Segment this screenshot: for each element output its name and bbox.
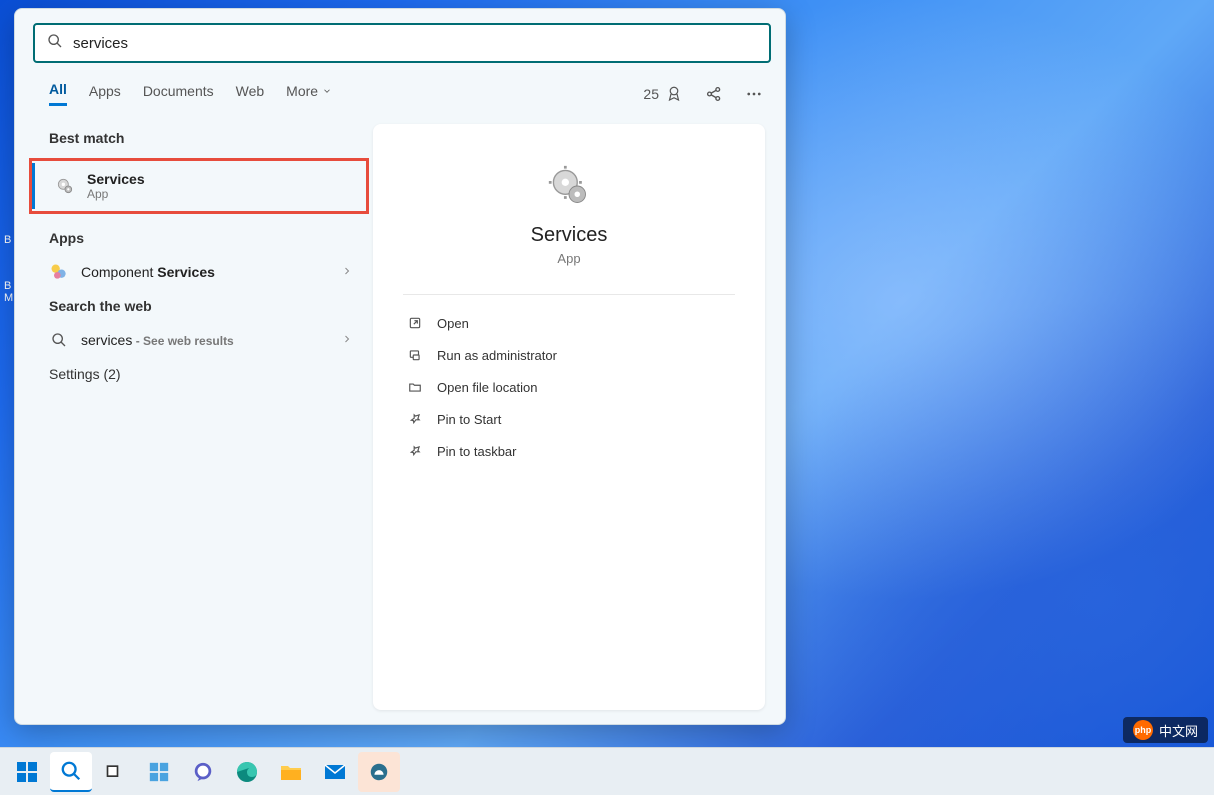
search-tabs: All Apps Documents Web More 25 bbox=[15, 73, 785, 110]
tab-web[interactable]: Web bbox=[236, 83, 265, 105]
app-icon bbox=[368, 761, 390, 783]
result-title: Services bbox=[87, 171, 346, 187]
action-open-location[interactable]: Open file location bbox=[403, 371, 735, 403]
rewards-points: 25 bbox=[643, 86, 659, 102]
section-search-web: Search the web bbox=[15, 290, 373, 322]
taskbar-chat[interactable] bbox=[182, 752, 224, 792]
component-services-icon bbox=[49, 262, 69, 282]
action-label: Run as administrator bbox=[437, 348, 557, 363]
ellipsis-icon bbox=[745, 85, 763, 103]
search-icon bbox=[49, 330, 69, 350]
mail-icon bbox=[323, 760, 347, 784]
result-web-search[interactable]: services - See web results bbox=[15, 322, 373, 358]
start-button[interactable] bbox=[6, 752, 48, 792]
results-list: Best match Services App Apps bbox=[15, 110, 373, 724]
section-best-match: Best match bbox=[15, 122, 373, 154]
action-label: Pin to Start bbox=[437, 412, 501, 427]
action-open[interactable]: Open bbox=[403, 307, 735, 339]
chat-icon bbox=[192, 761, 214, 783]
more-options-button[interactable] bbox=[745, 85, 763, 103]
search-panel: All Apps Documents Web More 25 Best matc… bbox=[14, 8, 786, 725]
folder-icon bbox=[407, 379, 423, 395]
preview-title: Services bbox=[531, 224, 608, 247]
preview-actions: Open Run as administrator Open file loca… bbox=[403, 294, 735, 467]
section-apps: Apps bbox=[15, 222, 373, 254]
search-box[interactable] bbox=[33, 23, 771, 63]
chevron-down-icon bbox=[322, 83, 332, 99]
task-view-icon bbox=[105, 762, 125, 782]
share-icon bbox=[705, 85, 723, 103]
result-component-services[interactable]: Component Services bbox=[15, 254, 373, 290]
gear-icon bbox=[55, 176, 75, 196]
open-icon bbox=[407, 315, 423, 331]
action-label: Open bbox=[437, 316, 469, 331]
taskbar-widgets[interactable] bbox=[138, 752, 180, 792]
taskbar-task-view[interactable] bbox=[94, 752, 136, 792]
action-pin-start[interactable]: Pin to Start bbox=[403, 403, 735, 435]
action-run-admin[interactable]: Run as administrator bbox=[403, 339, 735, 371]
medal-icon bbox=[665, 85, 683, 103]
annotation-highlight: Services App bbox=[29, 158, 369, 214]
result-subtitle: App bbox=[87, 187, 346, 201]
tab-all[interactable]: All bbox=[49, 81, 67, 106]
rewards-badge[interactable]: 25 bbox=[643, 85, 683, 103]
result-title: services - See web results bbox=[81, 332, 329, 348]
action-label: Pin to taskbar bbox=[437, 444, 517, 459]
result-services-app[interactable]: Services App bbox=[32, 163, 366, 209]
tab-documents[interactable]: Documents bbox=[143, 83, 214, 105]
watermark: php 中文网 bbox=[1123, 717, 1208, 743]
watermark-logo: php bbox=[1133, 720, 1153, 740]
folder-icon bbox=[279, 760, 303, 784]
widgets-icon bbox=[148, 761, 170, 783]
chevron-right-icon bbox=[341, 265, 353, 280]
share-button[interactable] bbox=[705, 85, 723, 103]
search-icon bbox=[47, 33, 63, 54]
edge-icon bbox=[235, 760, 259, 784]
action-label: Open file location bbox=[437, 380, 537, 395]
taskbar-explorer[interactable] bbox=[270, 752, 312, 792]
tab-apps[interactable]: Apps bbox=[89, 83, 121, 105]
taskbar-edge[interactable] bbox=[226, 752, 268, 792]
search-input[interactable] bbox=[73, 35, 757, 52]
preview-card: Services App Open Run as administrator bbox=[373, 124, 765, 710]
taskbar-app[interactable] bbox=[358, 752, 400, 792]
taskbar bbox=[0, 747, 1214, 795]
taskbar-mail[interactable] bbox=[314, 752, 356, 792]
pin-icon bbox=[407, 443, 423, 459]
search-icon bbox=[60, 760, 82, 782]
gear-icon bbox=[547, 164, 591, 208]
pin-icon bbox=[407, 411, 423, 427]
action-pin-taskbar[interactable]: Pin to taskbar bbox=[403, 435, 735, 467]
tab-more-label: More bbox=[286, 83, 318, 99]
chevron-right-icon bbox=[341, 333, 353, 348]
section-settings[interactable]: Settings (2) bbox=[15, 358, 373, 390]
result-title: Component Services bbox=[81, 264, 329, 280]
windows-icon bbox=[15, 760, 39, 784]
shield-icon bbox=[407, 347, 423, 363]
preview-subtitle: App bbox=[557, 251, 580, 266]
tab-more[interactable]: More bbox=[286, 83, 332, 105]
taskbar-search[interactable] bbox=[50, 752, 92, 792]
watermark-text: 中文网 bbox=[1159, 721, 1198, 740]
